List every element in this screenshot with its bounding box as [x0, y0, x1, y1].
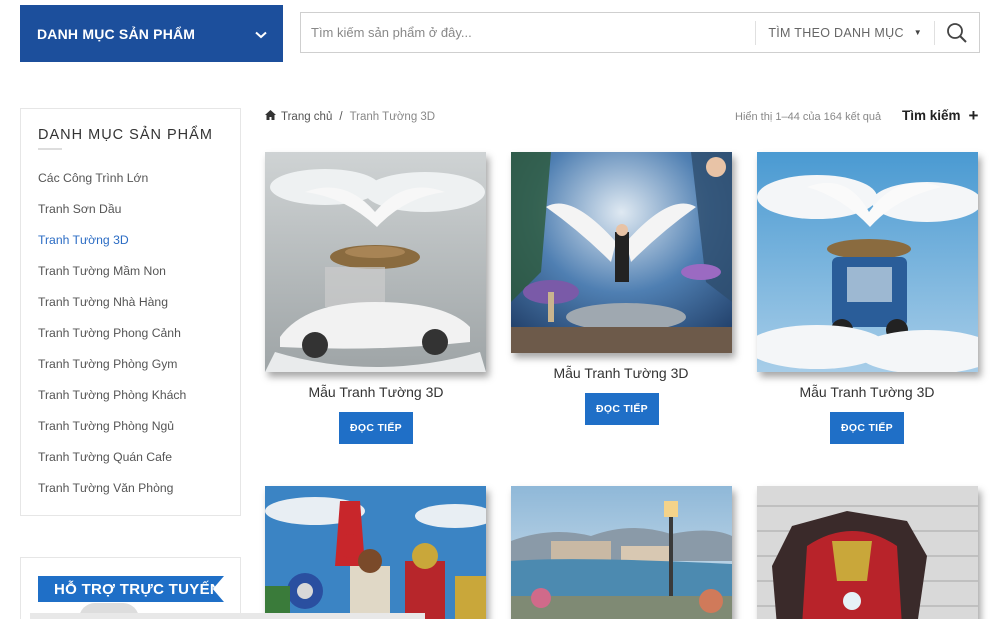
- home-icon: [265, 110, 276, 123]
- sidebar-categories: DANH MỤC SẢN PHẨM Các Công Trình Lớn Tra…: [20, 108, 241, 516]
- product-image-4[interactable]: [265, 486, 486, 619]
- filter-label: Tìm kiếm: [902, 108, 961, 123]
- product-image-1[interactable]: [265, 152, 486, 372]
- sidebar-item-mam-non[interactable]: Tranh Tường Mầm Non: [38, 264, 186, 295]
- sidebar-item-phong-gym[interactable]: Tranh Tường Phòng Gym: [38, 357, 186, 388]
- product-image-2[interactable]: [511, 152, 732, 353]
- breadcrumb-current: Tranh Tường 3D: [349, 110, 436, 123]
- read-more-button-2[interactable]: ĐỌC TIẾP: [585, 393, 659, 425]
- product-title-2[interactable]: Mẫu Tranh Tường 3D: [511, 365, 731, 381]
- support-title: HỖ TRỢ TRỰC TUYẾN: [38, 576, 224, 602]
- sidebar-title: DANH MỤC SẢN PHẨM: [38, 127, 213, 143]
- sidebar-item-tranh-tuong-3d[interactable]: Tranh Tường 3D: [38, 233, 186, 264]
- sidebar-title-underline: [38, 148, 62, 150]
- result-count: Hiển thị 1–44 của 164 kết quả: [735, 111, 882, 123]
- search-category-label: TÌM THEO DANH MỤC: [768, 25, 904, 40]
- sidebar-item-van-phong[interactable]: Tranh Tường Văn Phòng: [38, 481, 186, 512]
- chevron-down-icon: [255, 26, 267, 42]
- breadcrumb-home[interactable]: Trang chủ: [281, 111, 332, 123]
- filter-toggle[interactable]: Tìm kiếm +: [902, 107, 978, 124]
- page: DANH MỤC SẢN PHẨM TÌM THEO DANH MỤC ▼ DA…: [0, 0, 1000, 619]
- sidebar-item-nha-hang[interactable]: Tranh Tường Nhà Hàng: [38, 295, 186, 326]
- search-input[interactable]: [301, 13, 756, 52]
- read-more-button-3[interactable]: ĐỌC TIẾP: [830, 412, 904, 444]
- product-image-5[interactable]: [511, 486, 732, 619]
- breadcrumb-separator: /: [339, 110, 343, 123]
- search-category-select[interactable]: TÌM THEO DANH MỤC ▼: [756, 13, 934, 52]
- sidebar-item-phong-ngu[interactable]: Tranh Tường Phòng Ngủ: [38, 419, 186, 450]
- support-widget: HỖ TRỢ TRỰC TUYẾN: [20, 557, 241, 619]
- category-menu-label: DANH MỤC SẢN PHẨM: [37, 25, 196, 42]
- horizontal-scrollbar[interactable]: [30, 613, 425, 619]
- search-icon: [947, 22, 967, 43]
- sidebar-item-quan-cafe[interactable]: Tranh Tường Quán Cafe: [38, 450, 186, 481]
- product-title-1[interactable]: Mẫu Tranh Tường 3D: [266, 384, 486, 400]
- read-more-button-1[interactable]: ĐỌC TIẾP: [339, 412, 413, 444]
- sidebar-item-phong-canh[interactable]: Tranh Tường Phong Cảnh: [38, 326, 186, 357]
- sidebar-item-cac-cong-trinh-lon[interactable]: Các Công Trình Lớn: [38, 171, 186, 202]
- search-bar: TÌM THEO DANH MỤC ▼: [300, 12, 980, 53]
- sidebar-list: Các Công Trình Lớn Tranh Sơn Dầu Tranh T…: [38, 171, 186, 512]
- plus-icon: +: [968, 106, 979, 125]
- breadcrumb: Trang chủ / Tranh Tường 3D: [265, 110, 435, 123]
- product-image-3[interactable]: [757, 152, 978, 372]
- sidebar-item-tranh-son-dau[interactable]: Tranh Sơn Dầu: [38, 202, 186, 233]
- sidebar-item-phong-khach[interactable]: Tranh Tường Phòng Khách: [38, 388, 186, 419]
- product-image-6[interactable]: [757, 486, 978, 619]
- caret-down-icon: ▼: [913, 28, 922, 37]
- search-button[interactable]: [935, 13, 979, 52]
- product-title-3[interactable]: Mẫu Tranh Tường 3D: [757, 384, 977, 400]
- category-menu-button[interactable]: DANH MỤC SẢN PHẨM: [20, 5, 283, 62]
